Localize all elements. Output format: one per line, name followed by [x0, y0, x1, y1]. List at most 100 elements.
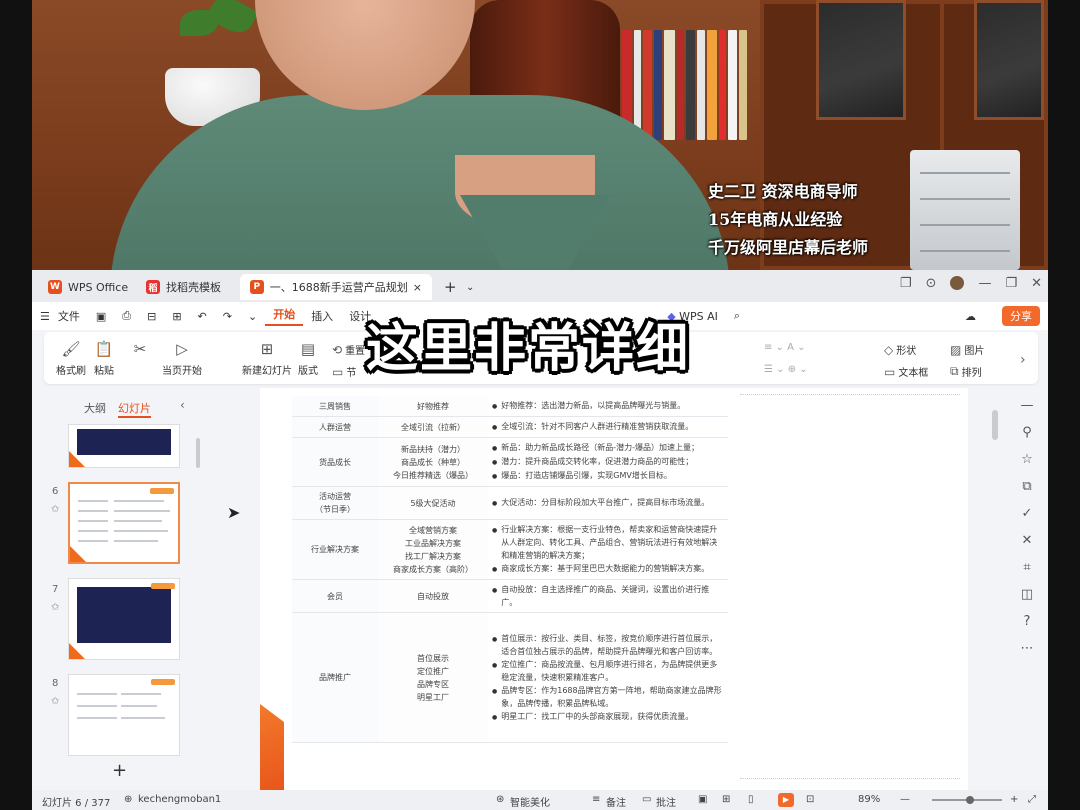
add-slide-button[interactable]: + — [112, 760, 127, 781]
table-row[interactable]: 活动运营 （节日季）5级大促活动大促活动：分目标阶段加大平台推广，提高目标市场流… — [292, 486, 728, 520]
from-current-button[interactable]: ▷ 当页开始 — [162, 340, 202, 377]
shape-label: 形状 — [896, 346, 917, 357]
table-row[interactable]: 会员自动投放自动投放：自主选择推广的商品、关键词，设置出价进行推广。 — [292, 579, 728, 613]
help-circle-icon[interactable]: ? — [1024, 614, 1031, 629]
layout-button[interactable]: ▤ 版式 — [298, 340, 318, 377]
slide-table[interactable]: 三周销售好物推荐好物推荐：选出潜力新品，以提高品牌曝光与销量。人群运营全域引流（… — [292, 396, 728, 743]
reading-view-icon[interactable]: ▯ — [748, 794, 754, 805]
slide-thumbnail-7[interactable] — [68, 578, 180, 660]
more-dots-icon[interactable]: ⋯ — [1021, 641, 1034, 656]
bookmark-icon[interactable]: ◫ — [1021, 587, 1033, 602]
align-button[interactable]: ≡ ⌄ A ⌄ — [764, 342, 806, 353]
tab-wps-office[interactable]: W WPS Office — [38, 274, 138, 300]
slide-number: 7 — [52, 584, 59, 595]
star-icon: ✩ — [51, 696, 60, 707]
zoom-in-icon[interactable]: + — [1010, 794, 1018, 805]
minimize-icon[interactable]: — — [978, 276, 991, 291]
more-icon[interactable]: ⌄ — [240, 310, 265, 323]
tab-docer[interactable]: 稻 找稻壳模板 — [136, 274, 231, 300]
canvas-scrollbar[interactable] — [992, 410, 998, 440]
menu-file[interactable]: 文件 — [58, 308, 88, 324]
restore-icon[interactable]: ❐ — [1005, 276, 1017, 291]
status-bar: 幻灯片 6 / 377 ⊕ kechengmoban1 ⊛ 智能美化 ≡ 备注 … — [32, 790, 1048, 810]
table-row[interactable]: 人群运营全域引流（拉新） 全域引流：针对不同客户人群进行精准营销获取流量。 — [292, 416, 728, 438]
slide-canvas[interactable]: 三周销售好物推荐好物推荐：选出潜力新品，以提高品牌曝光与销量。人群运营全域引流（… — [260, 388, 968, 794]
shape-button[interactable]: ◇ 形状 — [884, 342, 917, 358]
format-painter-label: 格式刷 — [56, 366, 86, 377]
chevron-right-icon[interactable]: › — [1020, 352, 1026, 368]
star-outline-icon[interactable]: ☆ — [1021, 452, 1033, 467]
avatar[interactable] — [950, 276, 965, 290]
category-cell: 品牌推广 — [292, 612, 378, 743]
slide-thumbnail-5[interactable] — [68, 424, 180, 468]
format-painter-button[interactable]: 🖌 格式刷 — [56, 340, 86, 377]
bullet-item: 行业解决方案：根据一支行业特色，帮卖家和运营商快速提升从人群定向、转化工具、产品… — [492, 523, 724, 562]
tool-cell: 好物推荐 — [378, 396, 488, 417]
copy-icon[interactable]: ⧉ — [1022, 479, 1031, 494]
picture-button[interactable]: ▨ 图片 — [950, 342, 984, 358]
sorter-view-icon[interactable]: ⊞ — [722, 794, 730, 805]
slide-counter[interactable]: 幻灯片 6 / 377 — [42, 794, 110, 809]
arrange-button[interactable]: ⧉ 排列 — [950, 364, 982, 379]
reset-button[interactable]: ⟲ 重置 — [332, 342, 365, 358]
close-window-icon[interactable]: ✕ — [1031, 276, 1042, 291]
zoom-knob[interactable] — [966, 796, 975, 804]
zoom-slider[interactable] — [932, 796, 1002, 804]
search-icon[interactable]: ⌕ — [726, 309, 748, 323]
table-row[interactable]: 行业解决方案全域营销方案 工业品解决方案 找工厂解决方案 商家成长方案（高阶）行… — [292, 519, 728, 580]
textbox-button[interactable]: ▭ 文本框 — [884, 364, 928, 380]
smart-beautify-button[interactable]: 智能美化 — [510, 794, 550, 809]
hamburger-icon[interactable]: ☰ — [32, 310, 58, 323]
check-icon[interactable]: ✓ — [1022, 506, 1033, 521]
template-name[interactable]: kechengmoban1 — [138, 794, 221, 805]
tools-icon[interactable]: ✕ — [1022, 533, 1033, 548]
slide-thumbnail-6[interactable] — [68, 482, 180, 564]
bullet-item: 爆品：打造店铺爆品引爆，实现GMV增长目标。 — [492, 469, 724, 483]
tab-slides[interactable]: 幻灯片 — [118, 400, 151, 418]
help-icon[interactable]: ⊙ — [926, 276, 937, 291]
close-icon[interactable]: × — [413, 281, 422, 294]
section-button[interactable]: ▭ 节 — [332, 364, 356, 380]
chevron-left-icon[interactable]: ‹ — [180, 398, 185, 412]
panel-scrollbar[interactable] — [196, 438, 200, 468]
share-button[interactable]: 分享 — [1002, 306, 1040, 326]
undo-icon[interactable]: ↶ — [190, 310, 215, 323]
fullscreen-icon[interactable]: ⤢ — [1028, 794, 1036, 805]
slide-thumbnail-8[interactable] — [68, 674, 180, 756]
notes-button[interactable]: 备注 — [606, 794, 626, 809]
bullet-item: 定位推广：商品按流量、包月顺序进行排名，为品牌提供更多稳定流量，快速积累精准客户… — [492, 658, 724, 684]
window-switch-icon[interactable]: ❐ — [900, 276, 912, 291]
paste-button[interactable]: 📋 粘贴 — [94, 340, 114, 377]
crop-icon[interactable]: ⌗ — [1023, 560, 1030, 575]
slideshow-button[interactable]: ▶ — [778, 793, 794, 807]
normal-view-icon[interactable]: ▣ — [698, 794, 707, 805]
table-row[interactable]: 品牌推广首位展示 定位推广 品牌专区 明星工厂首位展示：按行业、类目、标签，按竞… — [292, 612, 728, 743]
preview-icon[interactable]: ⊞ — [164, 310, 189, 323]
table-row[interactable]: 货品成长新品扶持（潜力） 商品成长（种草） 今日推荐精选（爆品）新品：助力新品成… — [292, 437, 728, 487]
export-icon[interactable]: ⎙ — [114, 309, 139, 323]
star-icon: ✩ — [51, 504, 60, 515]
menu-insert[interactable]: 插入 — [303, 308, 341, 324]
list-button[interactable]: ☰ ⌄ ⊕ ⌄ — [764, 364, 808, 375]
save-icon[interactable]: ▣ — [88, 310, 114, 323]
category-cell: 人群运营 — [292, 416, 378, 438]
print-icon[interactable]: ⊟ — [139, 310, 164, 323]
cut-button[interactable]: ✂ — [130, 340, 150, 362]
new-slide-button[interactable]: ⊞ 新建幻灯片 — [242, 340, 292, 377]
caption-line: 史二卫 资深电商导师 — [708, 182, 858, 201]
cabinet-glass — [816, 0, 906, 120]
menu-home[interactable]: 开始 — [265, 306, 304, 326]
comments-button[interactable]: 批注 — [656, 794, 676, 809]
tab-pptx-file[interactable]: P 一、1688新手运营产品规划.pptx × — [240, 274, 432, 300]
zoom-out-icon[interactable]: — — [900, 794, 910, 805]
paste-icon: 📋 — [94, 340, 114, 358]
redo-icon[interactable]: ↷ — [215, 310, 240, 323]
fit-icon[interactable]: ⊡ — [806, 794, 814, 805]
minus-icon[interactable]: — — [1021, 398, 1034, 413]
cloud-icon[interactable]: ☁ — [957, 310, 984, 323]
chevron-down-icon[interactable]: ⌄ — [456, 274, 484, 300]
tab-outline[interactable]: 大纲 — [84, 400, 106, 418]
table-row[interactable]: 三周销售好物推荐好物推荐：选出潜力新品，以提高品牌曝光与销量。 — [292, 396, 728, 417]
zoom-level[interactable]: 89% — [858, 794, 880, 805]
filter-icon[interactable]: ⚲ — [1022, 425, 1032, 440]
